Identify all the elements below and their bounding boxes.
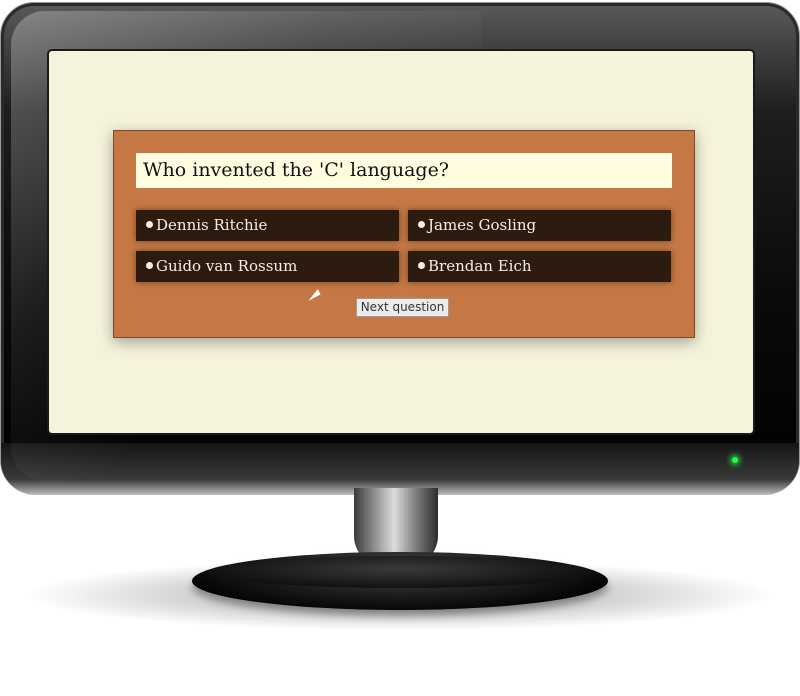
question-text: Who invented the 'C' language?: [136, 153, 672, 188]
answer-label: Dennis Ritchie: [156, 216, 268, 234]
power-led-icon: [732, 457, 738, 463]
answer-label: James Gosling: [428, 216, 537, 234]
quiz-panel: Who invented the 'C' language? Dennis Ri…: [113, 130, 695, 338]
answer-option-2[interactable]: James Gosling: [408, 210, 671, 241]
bullet-icon: [146, 261, 153, 269]
answer-option-3[interactable]: Guido van Rossum: [136, 251, 399, 282]
answer-option-4[interactable]: Brendan Eich: [408, 251, 671, 282]
answer-label: Brendan Eich: [428, 257, 532, 275]
answer-option-1[interactable]: Dennis Ritchie: [136, 210, 399, 241]
monitor-frame: Who invented the 'C' language? Dennis Ri…: [0, 2, 800, 495]
next-question-button[interactable]: Next question: [356, 298, 449, 317]
bullet-icon: [418, 261, 425, 269]
bullet-icon: [418, 220, 425, 228]
monitor-stand-base-top: [208, 556, 592, 588]
cursor-icon: [305, 289, 321, 301]
monitor-screen: Who invented the 'C' language? Dennis Ri…: [49, 51, 753, 433]
answer-label: Guido van Rossum: [156, 257, 298, 275]
bullet-icon: [146, 220, 153, 228]
